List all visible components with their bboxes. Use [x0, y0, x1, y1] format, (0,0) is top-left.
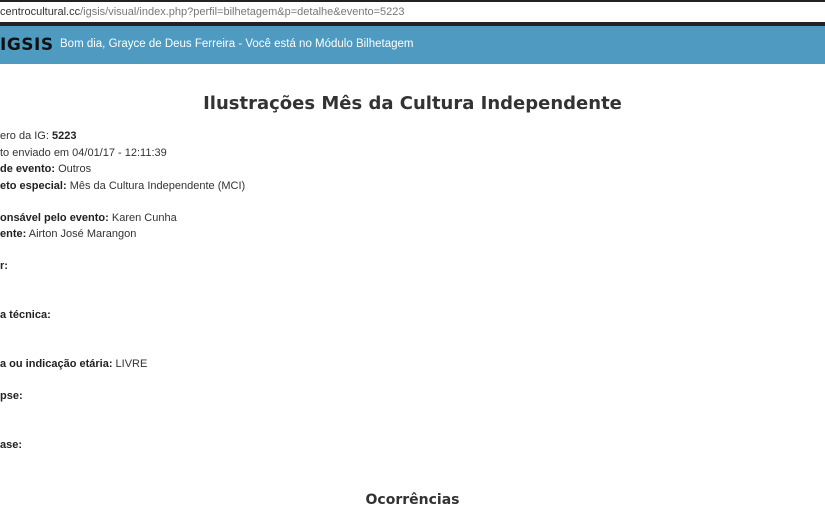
- detail-label: eto especial:: [0, 180, 67, 192]
- occurrences-heading: Ocorrências: [365, 492, 460, 508]
- detail-value: Karen Cunha: [111, 212, 177, 224]
- detail-value: 5223: [51, 130, 77, 142]
- detail-value: Airton José Marangon: [28, 228, 137, 240]
- detail-label: ase:: [0, 439, 23, 451]
- address-bar[interactable]: centrocultural.cc/igsis/visual/index.php…: [0, 2, 825, 22]
- url-path: /igsis/visual/index.php?perfil=bilhetage…: [80, 6, 405, 18]
- detail-author: r:: [0, 260, 8, 272]
- detail-label: to enviado em 04/01/17 - 12:11:39: [0, 147, 167, 159]
- detail-value: Outros: [58, 163, 92, 175]
- url-host: centrocultural.cc: [0, 6, 81, 18]
- detail-synopsis: pse:: [0, 390, 23, 402]
- detail-label: de evento:: [0, 163, 56, 175]
- detail-label: ero da IG:: [0, 130, 49, 142]
- detail-responsible: onsável pelo evento: Karen Cunha: [0, 212, 177, 224]
- detail-technical-sheet: a técnica:: [0, 309, 51, 321]
- detail-sent-date: to enviado em 04/01/17 - 12:11:39: [0, 147, 167, 159]
- detail-value: Mês da Cultura Independente (MCI): [69, 180, 246, 192]
- detail-value: LIVRE: [115, 358, 148, 370]
- detail-special-project: eto especial: Mês da Cultura Independent…: [0, 180, 245, 192]
- detail-label: ente:: [0, 228, 27, 240]
- detail-suplente: ente: Airton José Marangon: [0, 228, 136, 240]
- brand-logo[interactable]: IGSIS: [0, 35, 54, 55]
- detail-label: a ou indicação etária:: [0, 358, 113, 370]
- detail-label: r:: [0, 260, 8, 272]
- detail-label: onsável pelo evento:: [0, 212, 109, 224]
- detail-label: a técnica:: [0, 309, 51, 321]
- greeting-text: Bom dia, Grayce de Deus Ferreira - Você …: [60, 38, 414, 50]
- detail-event-type: de evento: Outros: [0, 163, 91, 175]
- page-title: Ilustrações Mês da Cultura Independente: [203, 93, 622, 114]
- app-header: IGSIS Bom dia, Grayce de Deus Ferreira -…: [0, 26, 825, 64]
- detail-release: ase:: [0, 439, 22, 451]
- detail-label: pse:: [0, 390, 23, 402]
- detail-age-rating: a ou indicação etária: LIVRE: [0, 358, 147, 370]
- detail-ig-number: ero da IG: 5223: [0, 130, 76, 142]
